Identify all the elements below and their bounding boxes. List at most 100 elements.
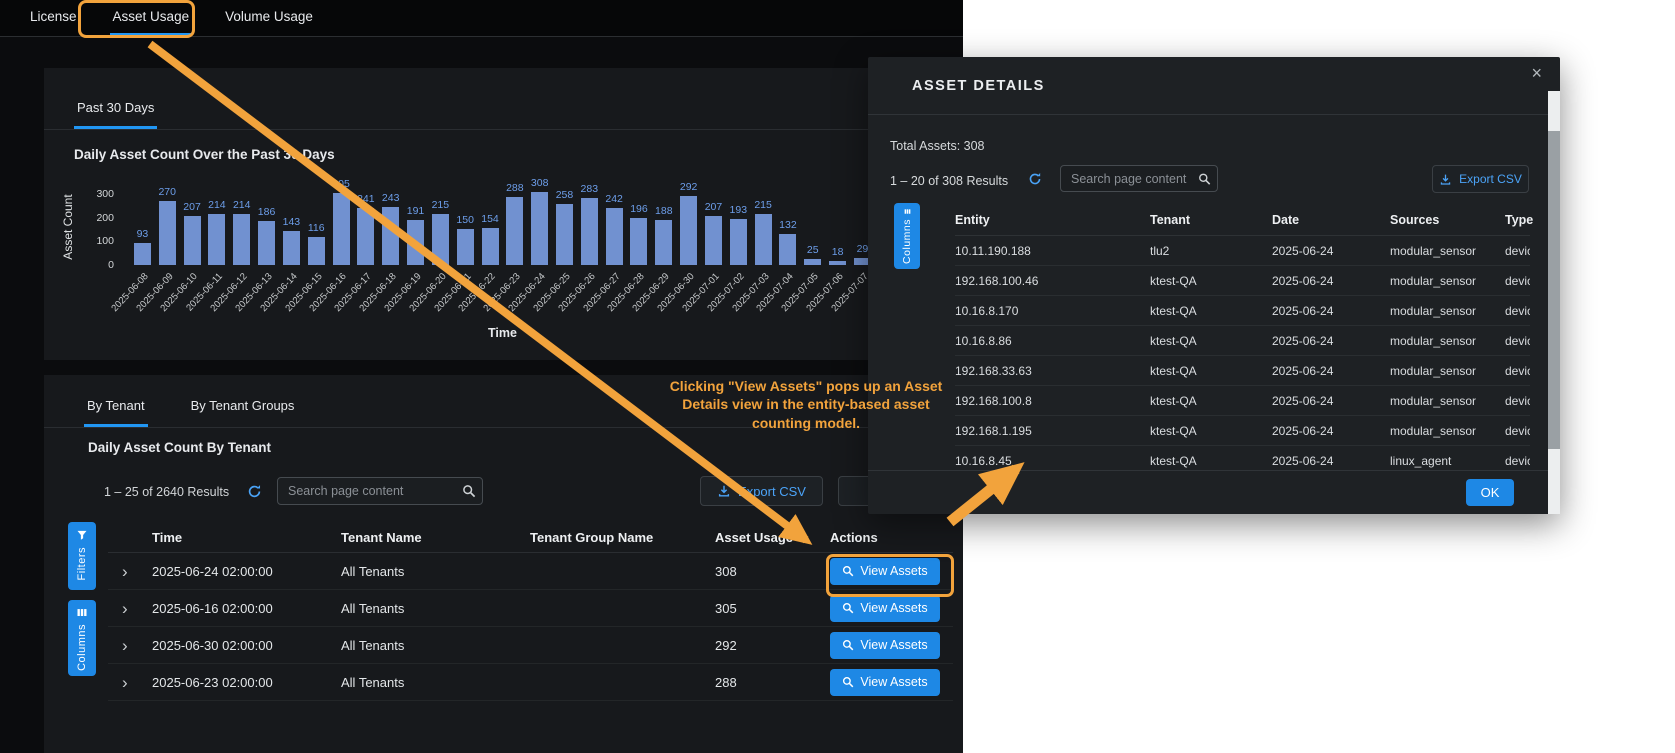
tab-license[interactable]: License <box>27 0 80 36</box>
asset-cell-entity: 10.11.190.188 <box>955 244 1150 258</box>
modal-export-csv-button[interactable]: Export CSV <box>1432 165 1529 193</box>
asset-cell-tenant: ktest-QA <box>1150 304 1272 318</box>
bar-value-label: 207 <box>705 201 723 213</box>
tab-past-30-days[interactable]: Past 30 Days <box>74 100 157 129</box>
tab-volume-usage[interactable]: Volume Usage <box>222 0 316 36</box>
bar-value-label: 93 <box>137 228 149 240</box>
asset-cell-sources: modular_sensor <box>1390 364 1505 378</box>
scrollbar-thumb[interactable] <box>1548 131 1560 449</box>
search-icon[interactable] <box>462 484 476 498</box>
tab-by-tenant-groups[interactable]: By Tenant Groups <box>188 398 298 427</box>
bar <box>829 261 846 265</box>
table-row: ›2025-06-16 02:00:00All Tenants305View A… <box>108 590 953 627</box>
tab-by-tenant[interactable]: By Tenant <box>84 398 148 427</box>
bar-value-label: 288 <box>506 182 524 194</box>
modal-header: ASSET DETAILS × <box>868 57 1560 115</box>
asset-cell-tenant: ktest-QA <box>1150 394 1272 408</box>
view-assets-button[interactable]: View Assets <box>830 669 940 696</box>
view-assets-button[interactable]: View Assets <box>830 595 940 622</box>
asset-cell-entity: 10.16.8.86 <box>955 334 1150 348</box>
bar <box>283 231 300 265</box>
bar-group: 2432025-06-18 <box>378 189 403 265</box>
asset-cell-type: device <box>1505 334 1530 348</box>
asset-row: 192.168.33.63ktest-QA2025-06-24modular_s… <box>955 356 1530 386</box>
annotation-callout-text: Clicking "View Assets" pops up an Asset … <box>660 377 952 432</box>
bar-group: 2152025-06-20 <box>428 189 453 265</box>
y-tick-label: 200 <box>96 212 114 224</box>
search-input[interactable] <box>277 477 483 505</box>
bar-group: 252025-07-05 <box>800 189 825 265</box>
export-csv-label: Export CSV <box>738 484 806 499</box>
download-icon <box>1439 173 1452 186</box>
modal-search-input[interactable] <box>1060 165 1218 192</box>
cell-asset-usage: 305 <box>715 601 830 616</box>
asset-cell-date: 2025-06-24 <box>1272 334 1390 348</box>
bar <box>258 221 275 265</box>
asset-cell-tenant: tlu2 <box>1150 244 1272 258</box>
bar-group: 1542025-06-22 <box>478 189 503 265</box>
asset-cell-tenant: ktest-QA <box>1150 334 1272 348</box>
bar-value-label: 258 <box>556 189 574 201</box>
bar-group: 932025-06-08 <box>130 189 155 265</box>
filters-button[interactable]: Filters <box>68 522 96 590</box>
view-assets-label: View Assets <box>860 638 927 652</box>
filters-label: Filters <box>76 547 88 580</box>
view-assets-button[interactable]: View Assets <box>830 558 940 585</box>
modal-refresh-button[interactable] <box>1028 172 1042 186</box>
row-expander-icon[interactable]: › <box>108 563 152 580</box>
bar <box>804 259 821 265</box>
modal-scrollbar <box>1548 91 1560 514</box>
modal-columns-button[interactable]: Columns <box>894 203 920 269</box>
bar-group: 1502025-06-21 <box>453 189 478 265</box>
tenant-table: Time Tenant Name Tenant Group Name Asset… <box>108 523 953 701</box>
cell-asset-usage: 292 <box>715 638 830 653</box>
asset-cell-sources: modular_sensor <box>1390 304 1505 318</box>
bar-group: 2142025-06-11 <box>204 189 229 265</box>
row-expander-icon[interactable]: › <box>108 600 152 617</box>
bar-group: 2412025-06-17 <box>353 189 378 265</box>
view-assets-label: View Assets <box>860 564 927 578</box>
bar-value-label: 305 <box>332 178 350 190</box>
view-assets-button[interactable]: View Assets <box>830 632 940 659</box>
asset-cell-type: device <box>1505 454 1530 468</box>
bar <box>134 243 151 265</box>
cell-actions: View Assets <box>830 632 953 659</box>
bar <box>407 220 424 265</box>
chart-plot-area: 932025-06-082702025-06-092072025-06-1021… <box>130 189 875 265</box>
asset-table-body: 10.11.190.188tlu22025-06-24modular_senso… <box>955 235 1530 471</box>
header-tenant-group-name: Tenant Group Name <box>530 530 715 545</box>
tenant-table-header: Time Tenant Name Tenant Group Name Asset… <box>108 523 953 553</box>
view-assets-label: View Assets <box>860 601 927 615</box>
chart-panel-tabs: Past 30 Days <box>44 68 963 130</box>
export-csv-button[interactable]: Export CSV <box>700 476 823 506</box>
refresh-button[interactable] <box>247 484 262 499</box>
asset-cell-date: 2025-06-24 <box>1272 454 1390 468</box>
bar <box>730 219 747 265</box>
columns-button[interactable]: Columns <box>68 600 96 676</box>
tab-asset-usage[interactable]: Asset Usage <box>110 0 193 36</box>
y-tick-label: 0 <box>108 259 114 271</box>
asset-cell-date: 2025-06-24 <box>1272 364 1390 378</box>
header-date: Date <box>1272 213 1390 227</box>
bar <box>531 192 548 265</box>
table-row: ›2025-06-24 02:00:00All Tenants308View A… <box>108 553 953 590</box>
bar-value-label: 215 <box>754 199 772 211</box>
row-expander-icon[interactable]: › <box>108 674 152 691</box>
search-icon[interactable] <box>1198 172 1211 185</box>
bar-group: 2582025-06-25 <box>552 189 577 265</box>
header-tenant: Tenant <box>1150 213 1272 227</box>
modal-export-csv-label: Export CSV <box>1459 172 1522 186</box>
refresh-icon <box>247 484 262 499</box>
bar <box>208 214 225 265</box>
cell-tenant-name: All Tenants <box>341 675 530 690</box>
ok-button[interactable]: OK <box>1466 479 1514 506</box>
modal-footer: OK <box>868 470 1548 514</box>
bar-group: 1882025-06-29 <box>651 189 676 265</box>
close-icon[interactable]: × <box>1531 63 1542 84</box>
search-icon <box>842 676 854 688</box>
bar-value-label: 214 <box>208 199 226 211</box>
asset-cell-sources: modular_sensor <box>1390 394 1505 408</box>
cell-actions: View Assets <box>830 558 953 585</box>
row-expander-icon[interactable]: › <box>108 637 152 654</box>
bar-group: 1162025-06-15 <box>304 189 329 265</box>
